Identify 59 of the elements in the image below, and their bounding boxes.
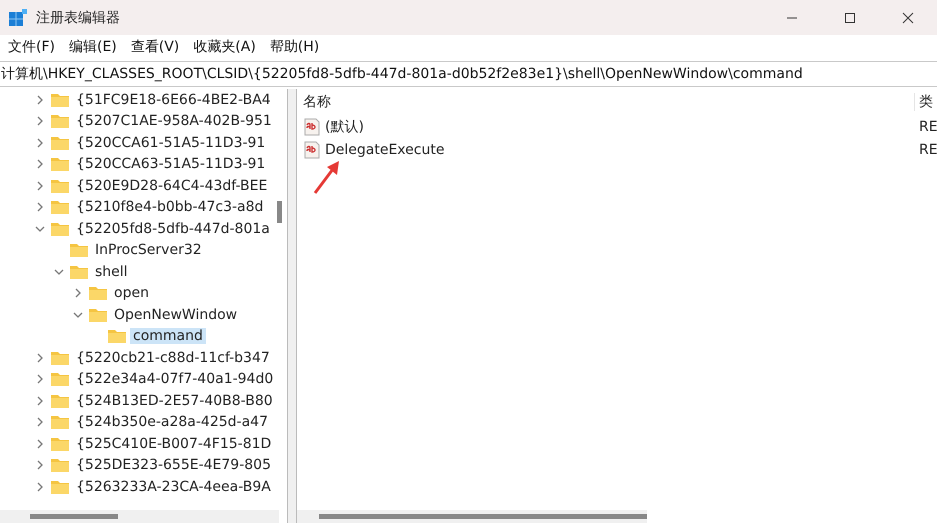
tree-item[interactable]: OpenNewWindow [111, 306, 240, 323]
scrollbar-thumb[interactable] [277, 201, 282, 223]
folder-icon [50, 156, 70, 172]
tree-item[interactable]: InProcServer32 [92, 242, 205, 258]
tree-item[interactable]: {520E9D28-64C4-43df-BEE [73, 178, 270, 194]
column-header[interactable]: 类 [914, 93, 937, 111]
folder-icon [50, 199, 70, 216]
tree-item[interactable]: shell [92, 264, 131, 280]
folder-icon [50, 478, 70, 495]
tree-item[interactable]: {525DE323-655E-4E79-805 [73, 457, 274, 474]
menu-item[interactable]: 编辑(E) [62, 38, 125, 56]
menu-item[interactable]: 查看(V) [124, 38, 188, 56]
tree-item[interactable]: {5210f8e4-b0bb-47c3-a8d [73, 199, 266, 216]
folder-icon [50, 392, 70, 409]
tree-item[interactable]: {524B13ED-2E57-40B8-B80 [73, 392, 276, 409]
tree-item[interactable]: {522e34a4-07f7-40a1-94d0 [73, 371, 276, 388]
address-field[interactable]: 计算机\HKEY_CLASSES_ROOT\CLSID\{52205fd8-5dfb-447d-801a-d0b52f2e83e1}\shell\OpenNewWindow\command [0, 61, 937, 87]
tree-item[interactable]: {524b350e-a28a-425d-a47 [73, 414, 271, 430]
folder-icon [50, 134, 70, 151]
string-value-icon [303, 140, 321, 158]
tree-item[interactable]: command [130, 328, 206, 344]
scrollbar[interactable] [297, 510, 647, 523]
app-icon [8, 8, 28, 28]
menu-item[interactable]: 帮助(H) [264, 38, 328, 56]
close-icon [902, 12, 914, 24]
folder-icon [50, 414, 70, 430]
folder-icon [50, 436, 70, 452]
tree-item[interactable]: open [111, 285, 152, 302]
tree-item[interactable]: {5220cb21-c88d-11cf-b347 [73, 350, 273, 366]
value-name[interactable]: DelegateExecute [323, 142, 446, 158]
folder-icon [50, 220, 70, 237]
scrollbar[interactable] [0, 510, 279, 523]
string-value-icon [303, 118, 321, 136]
folder-icon [88, 306, 108, 323]
folder-icon [69, 264, 89, 280]
folder-icon [69, 242, 89, 258]
tree-item[interactable]: {5263233A-23CA-4eea-B9A [73, 478, 274, 495]
folder-icon [50, 371, 70, 388]
tree-item[interactable]: {51FC9E18-6E66-4BE2-BA4 [73, 92, 274, 108]
value-type: RE [918, 118, 937, 134]
menu-item[interactable]: 收藏夹(A) [187, 38, 264, 56]
tree-item[interactable]: {525C410E-B007-4F15-81D [73, 436, 274, 452]
value-type: RE [918, 142, 937, 158]
value-name[interactable]: (默认) [323, 118, 366, 136]
folder-icon [50, 178, 70, 194]
folder-icon [50, 457, 70, 474]
window-title: 注册表编辑器 [36, 8, 120, 26]
folder-icon [50, 92, 70, 108]
folder-icon [107, 328, 127, 344]
column-header[interactable]: 名称 [297, 93, 914, 111]
tree-item[interactable]: {520CCA61-51A5-11D3-91 [73, 134, 268, 151]
tree-item[interactable]: {5207C1AE-958A-402B-951 [73, 113, 275, 130]
folder-icon [88, 285, 108, 302]
maximize-icon [844, 12, 856, 24]
folder-icon [50, 113, 70, 130]
tree-item[interactable]: {52205fd8-5dfb-447d-801a [73, 220, 273, 237]
folder-icon [50, 350, 70, 366]
tree-item[interactable]: {520CCA63-51A5-11D3-91 [73, 156, 268, 172]
menu-item[interactable]: 文件(F) [2, 38, 63, 56]
